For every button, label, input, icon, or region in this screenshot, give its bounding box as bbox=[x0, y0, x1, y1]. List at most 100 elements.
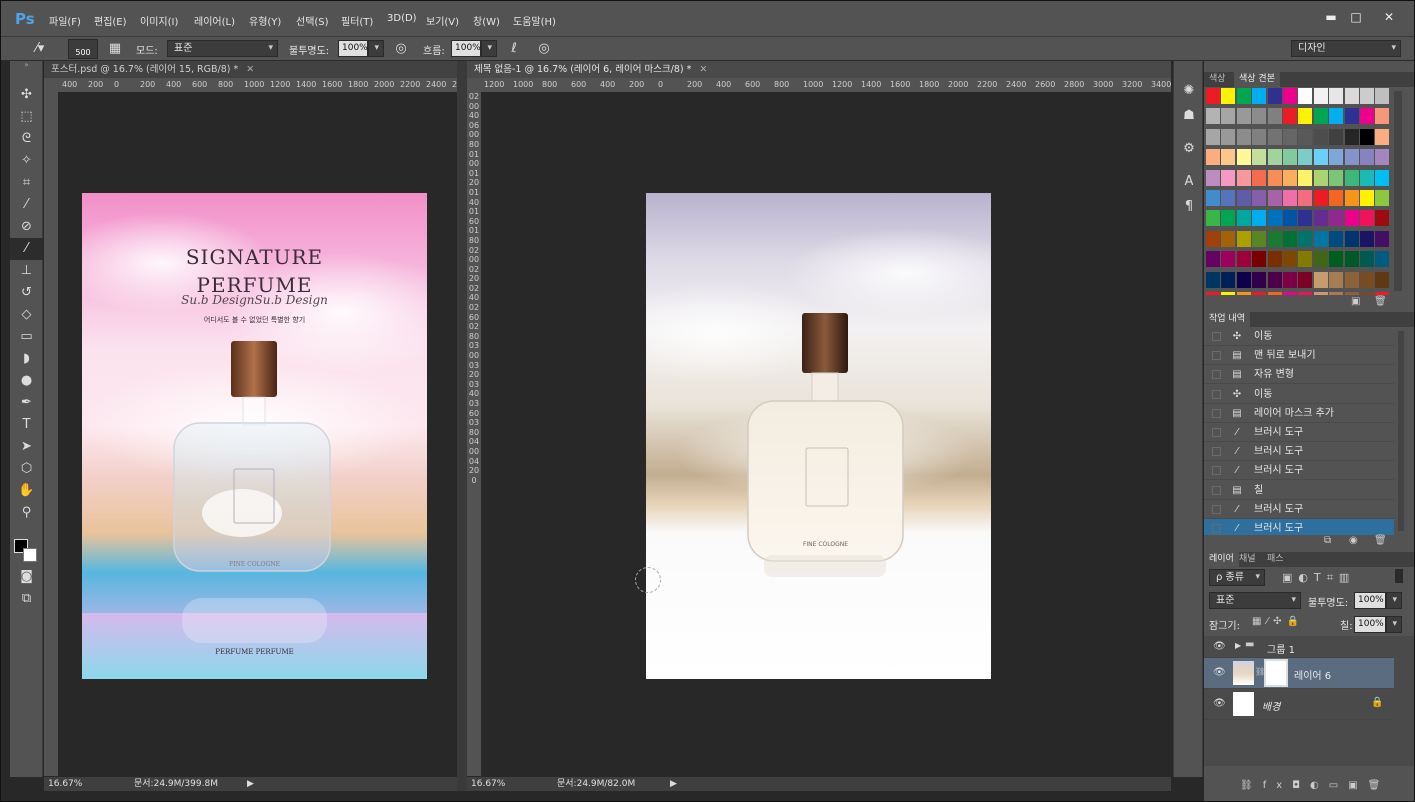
history-snapshot-checkbox[interactable] bbox=[1212, 389, 1221, 399]
delete-state-icon[interactable]: 🗑 bbox=[1374, 535, 1387, 546]
color-swatch[interactable] bbox=[1360, 271, 1374, 288]
color-swatch[interactable] bbox=[1236, 88, 1251, 104]
swatches-scrollbar[interactable] bbox=[1394, 91, 1402, 291]
color-swatch[interactable] bbox=[1236, 230, 1251, 247]
color-swatch[interactable] bbox=[1236, 169, 1251, 186]
minimize-button[interactable]: ▬ bbox=[1319, 9, 1343, 25]
color-swatch[interactable] bbox=[1283, 128, 1297, 145]
color-swatch[interactable] bbox=[1221, 210, 1236, 227]
brush-preset-icon[interactable]: ⁄▾ bbox=[25, 41, 55, 56]
brush-size-picker[interactable]: 500 bbox=[68, 39, 98, 59]
color-swatch[interactable] bbox=[1252, 190, 1267, 206]
airbrush-icon[interactable]: ℓ bbox=[504, 41, 524, 56]
history-snapshot-checkbox[interactable] bbox=[1212, 428, 1221, 437]
doc-splitter[interactable] bbox=[457, 61, 467, 791]
color-swatch[interactable] bbox=[1375, 292, 1389, 295]
new-swatch-icon[interactable]: ▣ bbox=[1351, 296, 1360, 307]
color-swatch[interactable] bbox=[1283, 292, 1297, 295]
fill-input[interactable]: 100% bbox=[1354, 616, 1386, 633]
color-swatch[interactable] bbox=[1313, 292, 1328, 295]
workspace-dropdown[interactable]: 디자인 bbox=[1291, 40, 1401, 57]
color-swatch[interactable] bbox=[1283, 108, 1297, 125]
gradient-tool-icon[interactable]: ▭ bbox=[10, 326, 43, 348]
color-swatch[interactable] bbox=[1267, 292, 1282, 295]
history-snapshot-checkbox[interactable] bbox=[1212, 370, 1221, 380]
expand-arrow-icon[interactable]: ▶ bbox=[1235, 641, 1241, 650]
color-swatch[interactable] bbox=[1329, 108, 1344, 125]
color-swatch[interactable] bbox=[1221, 169, 1236, 186]
history-snapshot-checkbox[interactable] bbox=[1212, 408, 1221, 418]
color-swatch[interactable] bbox=[1360, 210, 1374, 227]
new-document-from-state-icon[interactable]: ⧉ bbox=[1324, 535, 1331, 546]
color-swatch[interactable] bbox=[1252, 210, 1267, 227]
color-swatch[interactable] bbox=[1221, 108, 1236, 125]
dodge-tool-icon[interactable]: ● bbox=[10, 370, 43, 392]
color-swatch[interactable] bbox=[1206, 210, 1220, 227]
color-swatch[interactable] bbox=[1236, 149, 1251, 166]
color-swatch[interactable] bbox=[1329, 230, 1344, 247]
color-swatch[interactable] bbox=[1344, 108, 1359, 125]
path-selection-tool-icon[interactable]: ➤ bbox=[10, 436, 43, 458]
layer-mask-thumbnail[interactable] bbox=[1264, 659, 1288, 687]
history-snapshot-checkbox[interactable] bbox=[1212, 466, 1221, 476]
doc1-status-arrow-icon[interactable]: ▶ bbox=[247, 777, 254, 791]
color-swatch[interactable] bbox=[1283, 210, 1297, 227]
lock-icons[interactable]: ▦⁄✣🔒 bbox=[1252, 616, 1304, 627]
color-swatch[interactable] bbox=[1252, 251, 1267, 268]
color-swatch[interactable] bbox=[1236, 271, 1251, 288]
shape-tool-icon[interactable]: ⬡ bbox=[10, 458, 43, 480]
history-item[interactable]: ▤ 자유 변형 bbox=[1204, 365, 1394, 385]
color-swatch[interactable] bbox=[1375, 271, 1389, 288]
color-swatch[interactable] bbox=[1298, 271, 1313, 288]
history-snapshot-checkbox[interactable] bbox=[1212, 447, 1221, 457]
color-swatch[interactable] bbox=[1344, 88, 1359, 104]
history-snapshot-checkbox[interactable] bbox=[1212, 351, 1221, 361]
color-swatch[interactable] bbox=[1267, 251, 1282, 268]
color-swatch[interactable] bbox=[1375, 108, 1389, 125]
move-tool-icon[interactable]: ✣ bbox=[10, 84, 43, 106]
color-swatch[interactable] bbox=[1313, 88, 1328, 104]
menu-edit[interactable]: 편집(E) bbox=[94, 13, 127, 28]
color-swatch[interactable] bbox=[1267, 149, 1282, 166]
color-swatch[interactable] bbox=[1375, 88, 1389, 104]
healing-brush-tool-icon[interactable]: ⊘ bbox=[10, 216, 43, 238]
color-swatch[interactable] bbox=[1313, 230, 1328, 247]
color-swatch[interactable] bbox=[1221, 271, 1236, 288]
clone-source-icon[interactable]: ☗ bbox=[1174, 108, 1204, 123]
color-swatch[interactable] bbox=[1221, 251, 1236, 268]
color-swatch[interactable] bbox=[1375, 149, 1389, 166]
tab-swatches[interactable]: 색상 견본 bbox=[1234, 72, 1280, 87]
color-swatch[interactable] bbox=[1375, 128, 1389, 145]
color-swatch[interactable] bbox=[1206, 230, 1220, 247]
properties-icon[interactable]: ⚙ bbox=[1174, 141, 1204, 156]
color-swatch[interactable] bbox=[1267, 128, 1282, 145]
hand-tool-icon[interactable]: ✋ bbox=[10, 480, 43, 502]
color-swatch[interactable] bbox=[1375, 210, 1389, 227]
history-item[interactable]: ⁄ 브러시 도구 bbox=[1204, 461, 1394, 481]
magic-wand-tool-icon[interactable]: ✧ bbox=[10, 150, 43, 172]
color-swatch[interactable] bbox=[1252, 169, 1267, 186]
color-swatch[interactable] bbox=[1267, 88, 1282, 104]
color-swatch[interactable] bbox=[1329, 88, 1344, 104]
color-swatch[interactable] bbox=[1267, 271, 1282, 288]
menu-window[interactable]: 창(W) bbox=[473, 13, 500, 28]
color-swatch[interactable] bbox=[1221, 149, 1236, 166]
menu-layer[interactable]: 레이어(L) bbox=[194, 13, 235, 28]
color-swatch[interactable] bbox=[1360, 251, 1374, 268]
menu-filter[interactable]: 필터(T) bbox=[341, 13, 373, 28]
color-swatch[interactable] bbox=[1313, 108, 1328, 125]
color-swatch[interactable] bbox=[1283, 230, 1297, 247]
history-item[interactable]: ✣ 이동 bbox=[1204, 327, 1394, 346]
color-swatch[interactable] bbox=[1344, 149, 1359, 166]
color-swatch[interactable] bbox=[1360, 169, 1374, 186]
color-swatch[interactable] bbox=[1313, 149, 1328, 166]
color-swatch[interactable] bbox=[1236, 128, 1251, 145]
color-swatch[interactable] bbox=[1329, 271, 1344, 288]
doc2-zoom[interactable]: 16.67% bbox=[471, 777, 505, 791]
visibility-eye-icon[interactable]: 👁 bbox=[1213, 698, 1226, 709]
color-swatch[interactable] bbox=[1298, 108, 1313, 125]
color-swatch[interactable] bbox=[1344, 210, 1359, 227]
color-swatch[interactable] bbox=[1375, 169, 1389, 186]
color-swatch[interactable] bbox=[1344, 251, 1359, 268]
tab-doc1[interactable]: 포스터.psd @ 16.7% (레이어 15, RGB/8) * ✕ bbox=[44, 61, 457, 78]
